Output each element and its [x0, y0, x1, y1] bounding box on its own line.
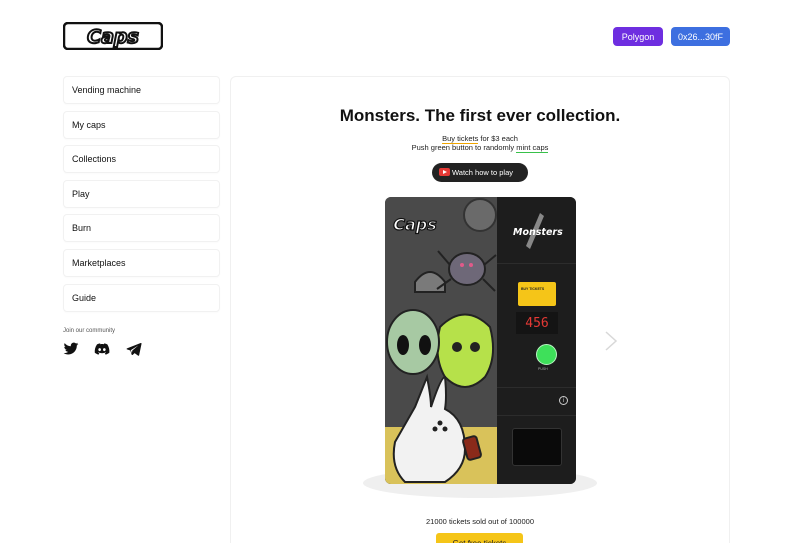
caps-output-slot [512, 428, 562, 466]
svg-text:Caps: Caps [87, 26, 139, 48]
sidebar-item-my-caps[interactable]: My caps [63, 110, 220, 139]
youtube-icon [439, 168, 450, 176]
discord-icon[interactable] [94, 341, 110, 357]
instruction-text: Push green button to randomly [411, 143, 517, 152]
watch-label: Watch how to play [452, 168, 513, 177]
page-title: Monsters. The first ever collection. [339, 106, 621, 125]
info-icon[interactable]: i [559, 396, 568, 405]
caps-logo[interactable]: Caps [63, 22, 163, 50]
subtitle-line-2: Push green button to randomly mint caps [230, 143, 730, 153]
sidebar-nav: Vending machine My caps Collections Play… [63, 76, 220, 318]
console-divider [497, 387, 576, 388]
push-label: PUSH [538, 367, 548, 371]
sidebar-item-vending-machine[interactable]: Vending machine [63, 76, 220, 104]
mint-push-button[interactable] [536, 344, 557, 365]
machine-title: Monsters [513, 227, 563, 238]
wallet-button[interactable]: 0x26...30fF [671, 27, 730, 46]
twitter-icon[interactable] [63, 341, 79, 357]
svg-text:Caps: Caps [393, 215, 437, 234]
ticket-counter: 456 [516, 312, 558, 334]
buy-ticket-card[interactable]: BUY TICKETS [518, 282, 556, 306]
community-label: Join our community [63, 328, 116, 334]
watch-how-to-play-button[interactable]: Watch how to play [432, 163, 528, 182]
tickets-sold-text: 21000 tickets sold out of 100000 [426, 517, 534, 526]
sidebar-item-burn[interactable]: Burn [63, 214, 220, 243]
ticket-text: BUY TICKETS [521, 287, 545, 291]
network-button[interactable]: Polygon [613, 27, 663, 46]
sidebar-item-guide[interactable]: Guide [63, 283, 220, 312]
console-divider [497, 263, 576, 264]
telegram-icon[interactable] [126, 341, 142, 357]
mint-caps-link[interactable]: mint caps [516, 143, 549, 153]
subtitle-line-1: Buy tickets for $3 each [230, 134, 730, 144]
sidebar-item-marketplaces[interactable]: Marketplaces [63, 248, 220, 277]
price-text: for $3 each [478, 134, 518, 143]
get-free-tickets-button[interactable]: Get free tickets [436, 533, 523, 543]
monsters-artwork: Caps [385, 197, 497, 484]
chevron-right-icon[interactable] [603, 330, 619, 352]
sidebar-item-play[interactable]: Play [63, 179, 220, 208]
console-divider [497, 415, 576, 416]
sidebar-item-collections[interactable]: Collections [63, 145, 220, 174]
